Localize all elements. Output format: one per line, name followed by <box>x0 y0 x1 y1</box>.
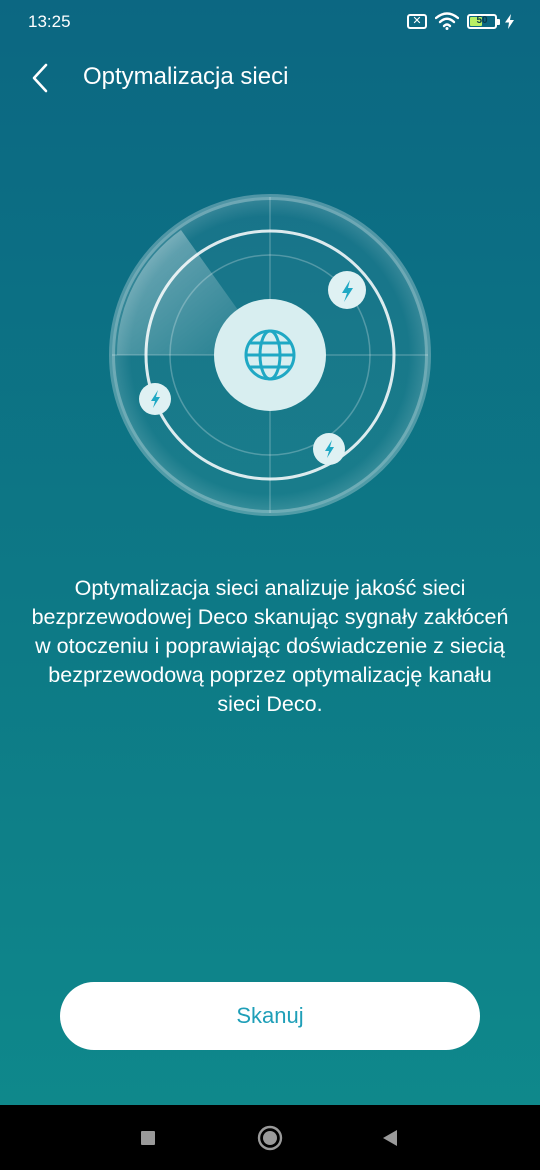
battery-level: 50 <box>476 14 488 26</box>
node-bottom-right <box>313 433 345 465</box>
home-button[interactable] <box>255 1123 285 1153</box>
status-bar: 13:25 ✕ 50 <box>0 0 540 46</box>
optimization-description: Optymalizacja sieci analizuje jakość sie… <box>31 576 509 716</box>
home-circle-icon <box>257 1125 283 1151</box>
app-header: Optymalizacja sieci <box>0 52 540 104</box>
chevron-left-icon <box>32 63 48 93</box>
status-time: 13:25 <box>28 12 71 31</box>
battery-icon: 50 <box>467 13 500 29</box>
page-title: Optymalizacja sieci <box>83 63 289 90</box>
back-button[interactable] <box>20 58 60 98</box>
back-triangle-icon <box>383 1130 397 1146</box>
node-left <box>139 383 171 415</box>
recents-button[interactable] <box>133 1123 163 1153</box>
status-icons: ✕ 50 <box>407 12 514 30</box>
sim-x-icon: ✕ <box>407 13 427 29</box>
node-top-right <box>328 271 366 309</box>
charging-bolt-icon <box>505 13 514 29</box>
scan-button[interactable]: Skanuj <box>60 982 480 1050</box>
recents-square-icon <box>141 1131 155 1145</box>
system-nav-bar <box>0 1105 540 1170</box>
back-nav-button[interactable] <box>375 1123 405 1153</box>
wifi-icon <box>435 12 459 30</box>
network-scan-illustration <box>109 194 431 516</box>
